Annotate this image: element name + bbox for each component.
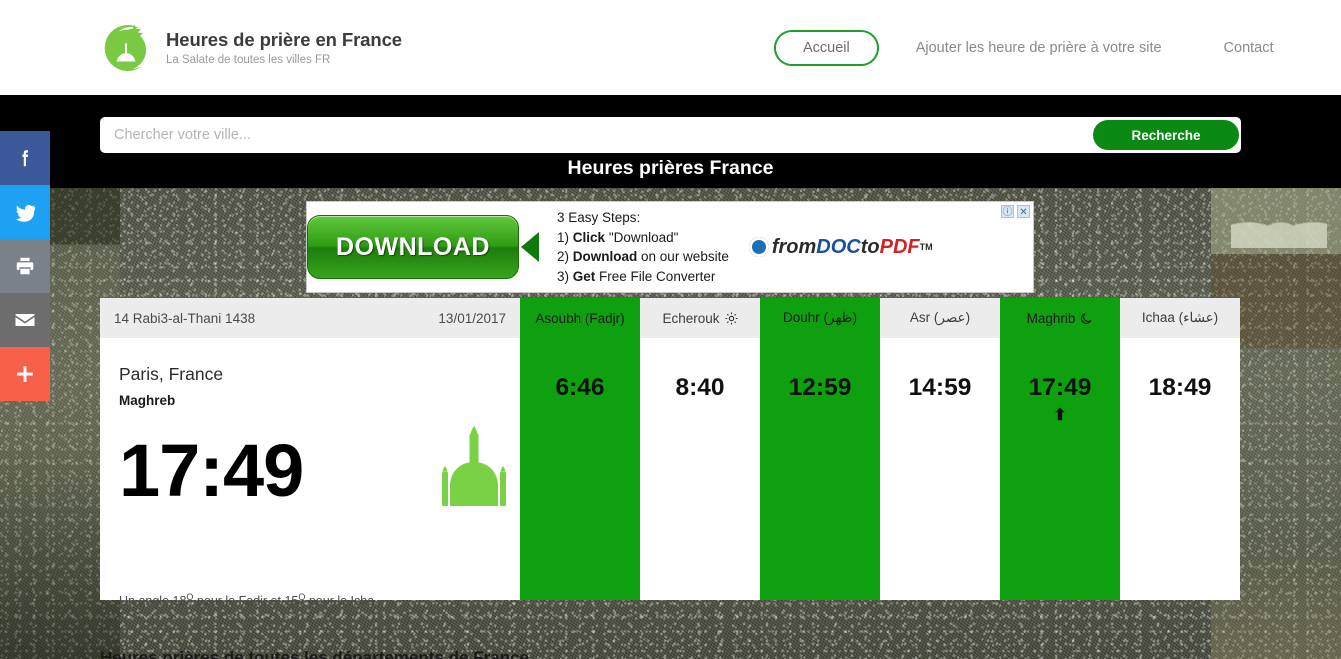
- current-prayer-panel: Paris, France Maghreb 17:49 Un angle 18O…: [100, 338, 520, 608]
- time-value: 18:49: [1148, 374, 1212, 401]
- prayer-time-maghrib: 17:49 ⬆: [1000, 338, 1120, 600]
- ad-download-area[interactable]: DOWNLOAD: [307, 215, 539, 279]
- time-value: 17:49: [1028, 374, 1092, 401]
- column-header-echerouk[interactable]: Echerouk: [640, 298, 760, 338]
- ad-controls: ⓘ ✕: [1001, 205, 1030, 218]
- brand[interactable]: Heures de prière en France La Salate de …: [98, 20, 402, 76]
- hijri-date: 14 Rabi3-al-Thani 1438: [114, 310, 256, 326]
- brand-subtitle: La Salate de toutes les villes FR: [166, 54, 331, 66]
- ad-steps-list: 3 Easy Steps: 1) Click "Download" 2) Dow…: [557, 208, 729, 286]
- prayer-time-douhr: 12:59: [760, 338, 880, 600]
- brand-title: Heures de prière en France: [166, 29, 402, 50]
- plus-icon: [17, 366, 33, 382]
- more-share-button[interactable]: [0, 347, 50, 401]
- moon-icon: [1080, 312, 1093, 325]
- ad-arrow-icon: [521, 232, 539, 262]
- time-value: 6:46: [555, 374, 605, 401]
- search-button[interactable]: Recherche: [1093, 120, 1239, 150]
- column-header-asr[interactable]: Asr (عصر): [880, 298, 1000, 338]
- ad-steps-heading: 3 Easy Steps:: [557, 210, 641, 225]
- sun-icon: [725, 312, 738, 325]
- search-bar: Recherche: [100, 117, 1241, 153]
- ad-step-1: 1) Click "Download": [557, 229, 679, 245]
- column-header-douhr[interactable]: Douhr (ظهر): [760, 298, 880, 338]
- ad-download-label: DOWNLOAD: [336, 232, 490, 261]
- prayer-time-echerouk: 8:40: [640, 338, 760, 600]
- close-icon[interactable]: ✕: [1017, 205, 1030, 218]
- column-label: Ichaa (عشاء): [1141, 310, 1219, 325]
- gregorian-date: 13/01/2017: [438, 310, 506, 326]
- advertisement-banner[interactable]: DOWNLOAD 3 Easy Steps: 1) Click "Downloa…: [306, 201, 1034, 293]
- page-title: Heures prières France: [567, 157, 774, 179]
- printer-icon: [16, 257, 34, 275]
- nav-item-contact[interactable]: Contact: [1224, 40, 1274, 56]
- prayer-time-fajr: 6:46: [520, 338, 640, 600]
- info-icon[interactable]: ⓘ: [1001, 205, 1014, 218]
- column-label: Asr (عصر): [909, 310, 971, 325]
- prayer-table-header: 14 Rabi3-al-Thani 1438 13/01/2017 Asoubh…: [100, 298, 1240, 338]
- crescent-star-mosque-icon: [104, 24, 146, 71]
- site-header: Heures de prière en France La Salate de …: [0, 0, 1341, 95]
- print-button[interactable]: [0, 239, 50, 293]
- facebook-icon: [22, 150, 28, 167]
- time-value: 8:40: [675, 374, 725, 401]
- twitter-icon: [15, 204, 35, 222]
- ad-download-button[interactable]: DOWNLOAD: [307, 215, 519, 279]
- current-prayer-name: Maghreb: [119, 393, 176, 408]
- column-label: Asoubh (Fadjr): [535, 310, 625, 326]
- nav-item-home[interactable]: Accueil: [773, 29, 879, 66]
- search-input[interactable]: [100, 127, 1093, 143]
- angle-note: Un angle 18O pour le Fadjr et 15O pour l…: [119, 592, 378, 609]
- city-name: Paris, France: [119, 364, 224, 384]
- time-value: 12:59: [788, 374, 852, 401]
- next-prayer-arrow-icon: ⬆: [1053, 407, 1067, 424]
- column-header-maghrib[interactable]: Maghrib: [1000, 298, 1120, 338]
- prayer-times-card: 14 Rabi3-al-Thani 1438 13/01/2017 Asoubh…: [100, 298, 1240, 608]
- mosque-silhouette-icon: [442, 426, 506, 506]
- ad-step-3: 3) Get Free File Converter: [557, 268, 716, 284]
- envelope-icon: [15, 314, 35, 326]
- prayer-time-asr: 14:59: [880, 338, 1000, 600]
- page-root: Heures de prière en France La Salate de …: [0, 0, 1341, 659]
- ad-brand-logo: from DOC to PDF TM: [748, 236, 933, 259]
- email-share-button[interactable]: [0, 293, 50, 347]
- twitter-share-button[interactable]: [0, 185, 50, 239]
- prayer-time-ichaa: 18:49: [1120, 338, 1240, 600]
- column-header-fajr[interactable]: Asoubh (Fadjr): [520, 298, 640, 338]
- main-nav: Accueil Ajouter les heure de prière à vo…: [773, 29, 1274, 66]
- nav-item-add-widget[interactable]: Ajouter les heure de prière à votre site: [916, 40, 1162, 56]
- facebook-share-button[interactable]: [0, 131, 50, 185]
- date-header: 14 Rabi3-al-Thani 1438 13/01/2017: [100, 298, 520, 338]
- social-share-rail: [0, 131, 50, 401]
- column-label: Maghrib: [1026, 310, 1076, 326]
- ad-step-2: 2) Download on our website: [557, 249, 729, 264]
- column-header-ichaa[interactable]: Ichaa (عشاء): [1120, 298, 1240, 338]
- column-label: Echerouk: [662, 310, 720, 326]
- bottom-section-title: Heures prières de toutes les département…: [100, 648, 529, 659]
- mosque-arches: [1231, 196, 1327, 248]
- column-label: Douhr (ظهر): [783, 310, 857, 325]
- time-value: 14:59: [908, 374, 972, 401]
- ad-brand-ring-icon: [748, 237, 769, 257]
- prayer-table-body: Paris, France Maghreb 17:49 Un angle 18O…: [100, 338, 1240, 608]
